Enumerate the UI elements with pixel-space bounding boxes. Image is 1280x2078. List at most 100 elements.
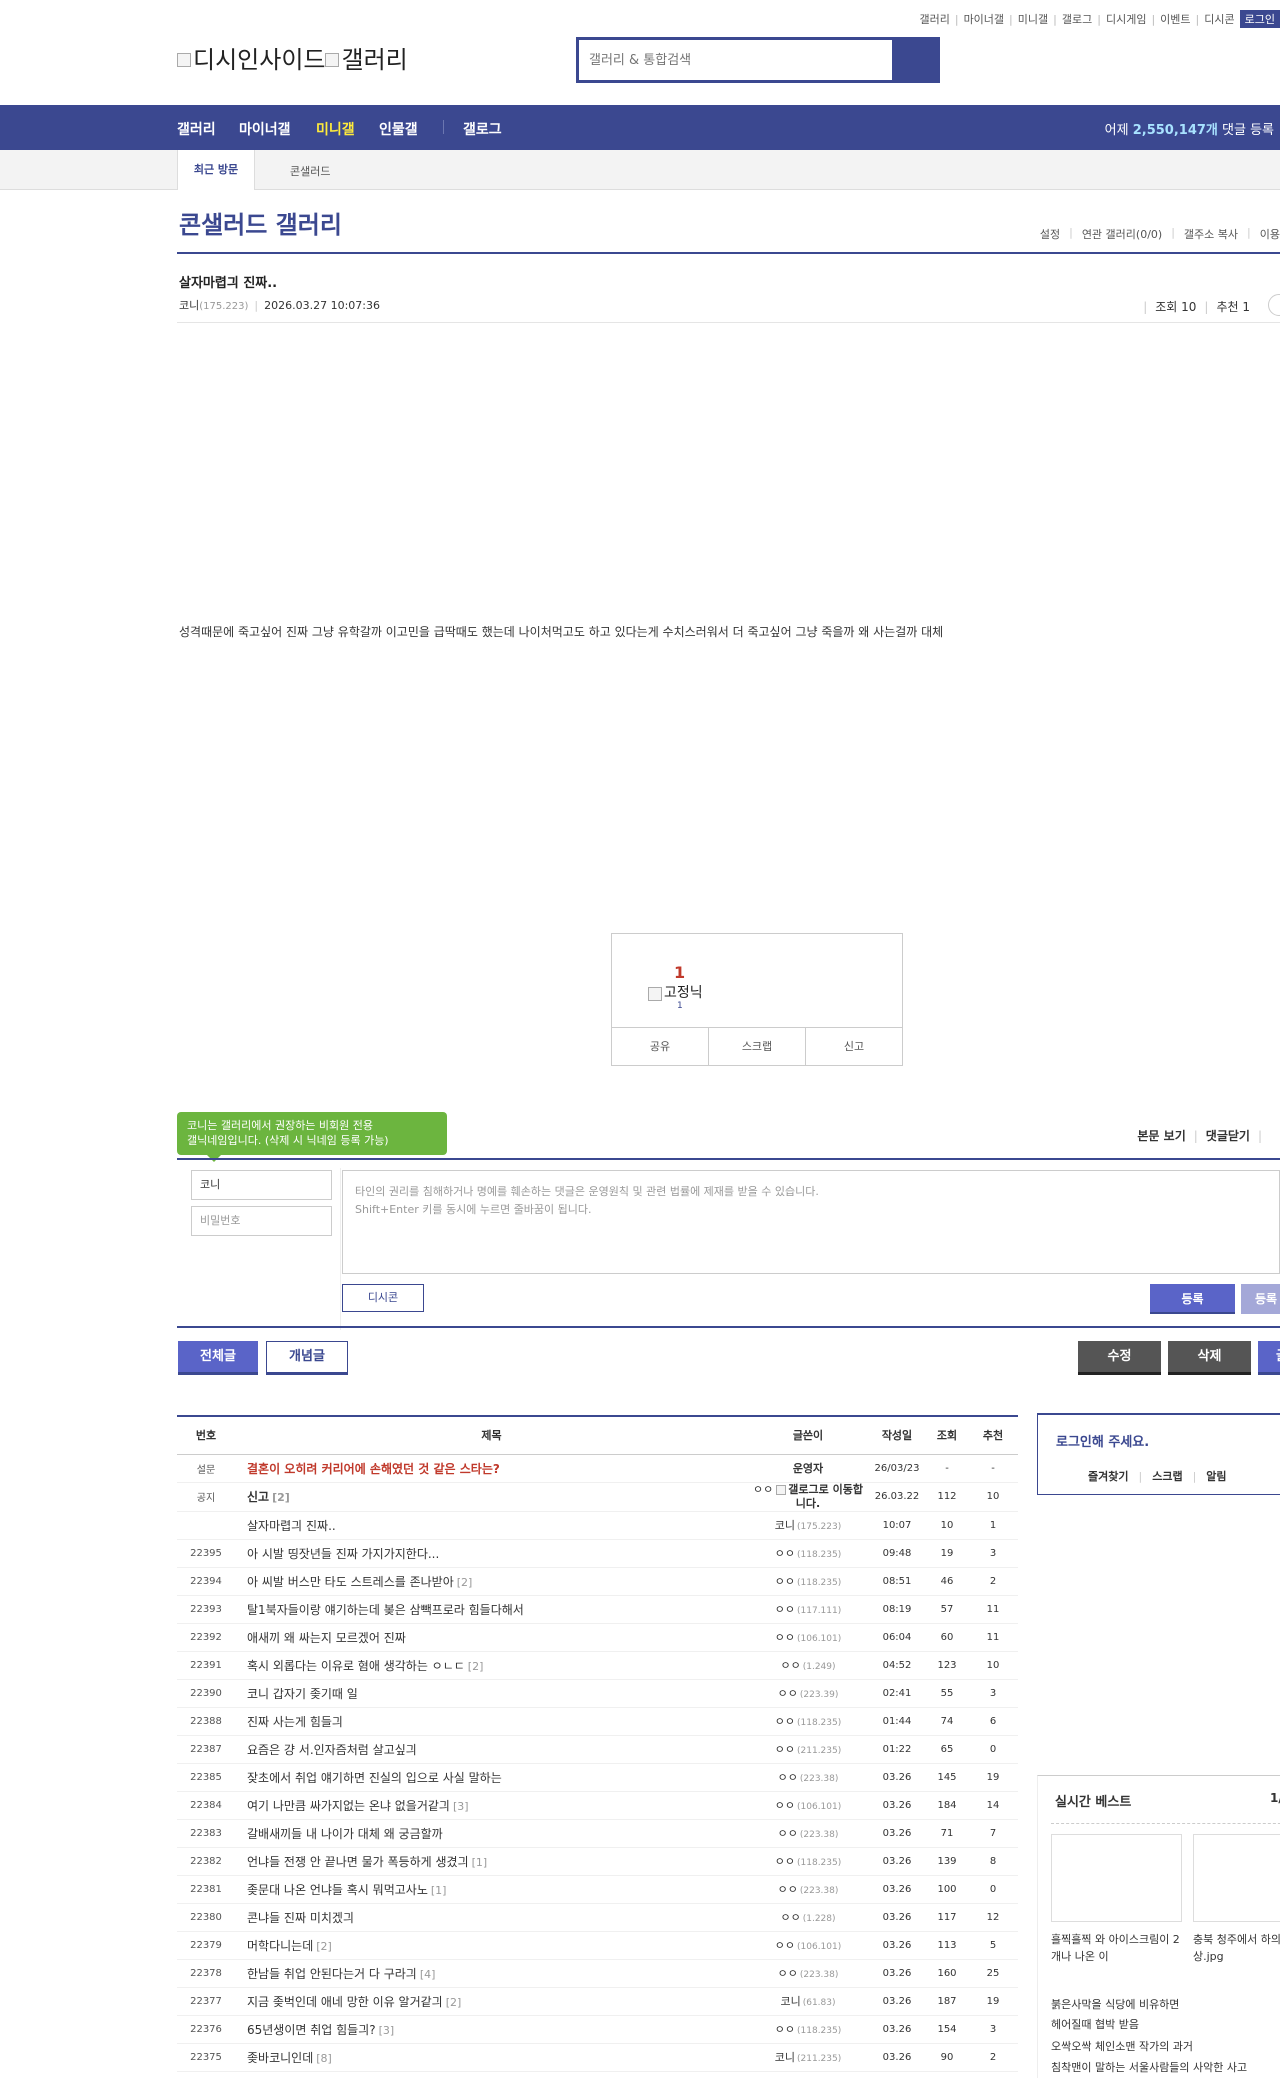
best-item[interactable]: 침착맨이 말하는 서울사람들의 사악한 사고: [1051, 2059, 1247, 2075]
row-title-text[interactable]: 결혼이 오히려 커리어에 손해였던 것 같은 스타는?: [247, 1462, 500, 1476]
row-title[interactable]: 콘냐들 진짜 미치겠긔: [235, 1903, 748, 1932]
nav-item-person[interactable]: 인물갤: [379, 119, 418, 139]
row-writer-name[interactable]: ㅇㅇ: [780, 1911, 800, 1924]
gallery-settings-link[interactable]: 설정: [1040, 226, 1060, 242]
row-writer[interactable]: ㅇㅇ (223.38): [748, 1959, 868, 1988]
row-writer-name[interactable]: ㅇㅇ: [775, 1799, 795, 1812]
row-title[interactable]: 애새끼 왜 싸는지 모르겠어 진짜: [235, 1623, 748, 1652]
post-options-icon[interactable]: [1268, 294, 1280, 316]
table-row[interactable]: 22382 언냐들 전쟁 안 끝나면 물가 폭등하게 생겼긔 [1] ㅇㅇ (118.2…: [177, 1847, 1018, 1876]
row-writer[interactable]: ㅇㅇ (117.111): [748, 1595, 868, 1624]
table-row[interactable]: 22391 혹시 외롭다는 이유로 혐애 생각하는 ㅇㄴㄷ [2] ㅇㅇ (1.249)…: [177, 1651, 1018, 1680]
concept-posts-button[interactable]: 개념글: [266, 1341, 348, 1375]
row-title-text[interactable]: 혹시 외롭다는 이유로 혐애 생각하는 ㅇㄴㄷ: [247, 1659, 465, 1673]
best-thumbnail-caption[interactable]: 충북 청주에서 하의 위상.jpg: [1193, 1931, 1280, 1965]
table-row[interactable]: 22376 65년생이면 취업 힘들긔? [3] ㅇㅇ (118.235) 03.26 15…: [177, 2015, 1018, 2044]
row-title-text[interactable]: 애새끼 왜 싸는지 모르겠어 진짜: [247, 1631, 406, 1645]
login-button[interactable]: 로그인: [1239, 10, 1280, 28]
nav-item-minor[interactable]: 마이너갤: [239, 119, 291, 139]
recent-visits-tab[interactable]: 최근 방문: [177, 150, 255, 190]
row-writer[interactable]: ㅇㅇ (118.235): [748, 2015, 868, 2044]
util-link-gallog[interactable]: 갤로그: [1062, 11, 1092, 27]
util-link-game[interactable]: 디시게임: [1106, 11, 1146, 27]
row-title[interactable]: 잦초에서 취업 얘기하면 진실의 입으로 사실 말하는: [235, 1763, 748, 1792]
row-writer[interactable]: ㅇㅇ (106.101): [748, 1931, 868, 1960]
share-button[interactable]: 공유: [612, 1028, 709, 1065]
comment-textarea[interactable]: 타인의 권리를 침해하거나 명예를 훼손하는 댓글은 운영원칙 및 관련 법률에…: [342, 1170, 1280, 1274]
row-title[interactable]: 신고 [2]: [235, 1482, 748, 1512]
util-link-dccon[interactable]: 디시콘: [1204, 11, 1234, 27]
best-thumbnail[interactable]: [1193, 1834, 1280, 1922]
delete-button[interactable]: 삭제: [1168, 1341, 1251, 1375]
row-title[interactable]: 여기 나만큼 싸가지없는 온냐 없을거같긔 [3]: [235, 1791, 748, 1820]
table-row[interactable]: 22375 좆바코니인데 [8] 코니 (211.235) 03.26 90 2: [177, 2043, 1018, 2072]
table-row[interactable]: 설문 결혼이 오히려 커리어에 손해였던 것 같은 스타는? 운영자 26/03/23…: [177, 1454, 1018, 1483]
comment-register-button[interactable]: 등록: [1150, 1284, 1235, 1314]
row-writer[interactable]: ㅇㅇ (1.249): [748, 1651, 868, 1680]
row-writer-name[interactable]: 코니: [775, 2051, 795, 2064]
row-title[interactable]: 갈배새끼들 내 나이가 대체 왜 궁금할까: [235, 1819, 748, 1848]
row-title[interactable]: 좆문대 나온 언냐들 혹시 뭐먹고사노 [1]: [235, 1875, 748, 1904]
login-prompt[interactable]: 로그인해 주세요.: [1056, 1431, 1149, 1450]
nav-item-gallery[interactable]: 갤러리: [177, 119, 216, 139]
table-row[interactable]: 22390 코니 갑자기 좆기때 일 ㅇㅇ (223.39) 02:41 55 3: [177, 1679, 1018, 1708]
post-author[interactable]: 코니: [179, 299, 199, 312]
row-writer[interactable]: ㅇㅇ (223.38): [748, 1819, 868, 1848]
write-button[interactable]: 글: [1258, 1341, 1280, 1375]
usage-link[interactable]: 이용: [1260, 226, 1280, 242]
row-title[interactable]: 65년생이면 취업 힘들긔? [3]: [235, 2015, 748, 2044]
row-title-text[interactable]: 탈1북자들이랑 얘기하는데 봊은 삼빽프로라 힘들다해서: [247, 1603, 524, 1617]
row-writer-name[interactable]: ㅇㅇ: [775, 1855, 795, 1868]
close-comments-link[interactable]: 댓글닫기: [1206, 1129, 1250, 1143]
row-title-text[interactable]: 요즘은 걍 서.인자즘처럼 살고싶긔: [247, 1743, 417, 1757]
comment-register-button-2[interactable]: 등록: [1241, 1284, 1280, 1314]
table-row[interactable]: 22383 갈배새끼들 내 나이가 대체 왜 궁금할까 ㅇㅇ (223.38) 03.2…: [177, 1819, 1018, 1848]
row-writer[interactable]: ㅇㅇ 갤로그로 이동합니다.: [748, 1482, 868, 1512]
row-writer-name[interactable]: ㅇㅇ: [778, 1967, 798, 1980]
table-row[interactable]: 공지 신고 [2] ㅇㅇ 갤로그로 이동합니다. 26.03.22 112 10: [177, 1482, 1018, 1512]
row-writer-name[interactable]: ㅇㅇ: [775, 1631, 795, 1644]
row-writer[interactable]: 코니 (211.235): [748, 2043, 868, 2072]
row-title-text[interactable]: 여기 나만큼 싸가지없는 온냐 없을거같긔: [247, 1799, 450, 1813]
row-writer-name[interactable]: ㅇㅇ: [753, 1483, 773, 1496]
best-item[interactable]: 헤어질때 협박 받음: [1051, 2016, 1139, 2032]
row-writer-name[interactable]: 코니: [780, 1995, 800, 2008]
util-link-event[interactable]: 이벤트: [1160, 11, 1190, 27]
row-title-text[interactable]: 한남들 취업 안된다는거 다 구라긔: [247, 1967, 417, 1981]
nav-item-mini[interactable]: 미니갤: [316, 119, 355, 139]
row-writer-name[interactable]: ㅇㅇ: [775, 1743, 795, 1756]
notification-link[interactable]: 알림: [1206, 1470, 1226, 1483]
row-title-text[interactable]: 진짜 사는게 힘들긔: [247, 1715, 343, 1729]
row-title[interactable]: 결혼이 오히려 커리어에 손해였던 것 같은 스타는?: [235, 1454, 748, 1483]
view-body-link[interactable]: 본문 보기: [1137, 1129, 1185, 1143]
scrap-link[interactable]: 스크랩: [1152, 1470, 1182, 1483]
row-writer-name[interactable]: 코니: [775, 1519, 795, 1532]
row-writer[interactable]: ㅇㅇ (118.235): [748, 1567, 868, 1596]
table-row[interactable]: 22384 여기 나만큼 싸가지없는 온냐 없을거같긔 [3] ㅇㅇ (106.101)…: [177, 1791, 1018, 1820]
util-link-mini[interactable]: 미니갤: [1018, 11, 1048, 27]
table-row[interactable]: 살자마렵긔 진짜.. 코니 (175.223) 10:07 10 1: [177, 1511, 1018, 1540]
row-title[interactable]: 머학다니는데 [2]: [235, 1931, 748, 1960]
row-writer[interactable]: ㅇㅇ (223.38): [748, 1875, 868, 1904]
copy-address-link[interactable]: 갤주소 복사: [1184, 226, 1238, 242]
row-title-text[interactable]: 머학다니는데: [247, 1939, 313, 1953]
dccon-button[interactable]: 디시콘: [342, 1284, 424, 1312]
best-thumbnail-caption[interactable]: 흘찍흘찍 와 아이스크림이 2개나 나온 이: [1051, 1931, 1182, 1965]
row-title-text[interactable]: 아 씨발 버스만 타도 스트레스를 존나받아: [247, 1575, 454, 1589]
row-title-text[interactable]: 65년생이면 취업 힘들긔?: [247, 2023, 376, 2037]
search-input[interactable]: [579, 40, 892, 80]
table-row[interactable]: 22381 좆문대 나온 언냐들 혹시 뭐먹고사노 [1] ㅇㅇ (223.38) 03.…: [177, 1875, 1018, 1904]
row-title-text[interactable]: 잦초에서 취업 얘기하면 진실의 입으로 사실 말하는: [247, 1771, 502, 1785]
table-row[interactable]: 22393 탈1북자들이랑 얘기하는데 봊은 삼빽프로라 힘들다해서 ㅇㅇ (117.…: [177, 1595, 1018, 1624]
row-writer[interactable]: ㅇㅇ (106.101): [748, 1623, 868, 1652]
row-title-text[interactable]: 언냐들 전쟁 안 끝나면 물가 폭등하게 생겼긔: [247, 1855, 469, 1869]
all-posts-button[interactable]: 전체글: [178, 1341, 258, 1375]
row-title[interactable]: 코니 갑자기 좆기때 일: [235, 1679, 748, 1708]
row-writer[interactable]: 운영자: [748, 1454, 868, 1483]
nickname-field[interactable]: 코니: [191, 1170, 332, 1200]
row-writer-name[interactable]: ㅇㅇ: [775, 1715, 795, 1728]
util-link-minor[interactable]: 마이너갤: [964, 11, 1004, 27]
row-writer-name[interactable]: ㅇㅇ: [775, 1939, 795, 1952]
best-thumbnail[interactable]: [1051, 1834, 1182, 1922]
row-writer-name[interactable]: ㅇㅇ: [778, 1827, 798, 1840]
